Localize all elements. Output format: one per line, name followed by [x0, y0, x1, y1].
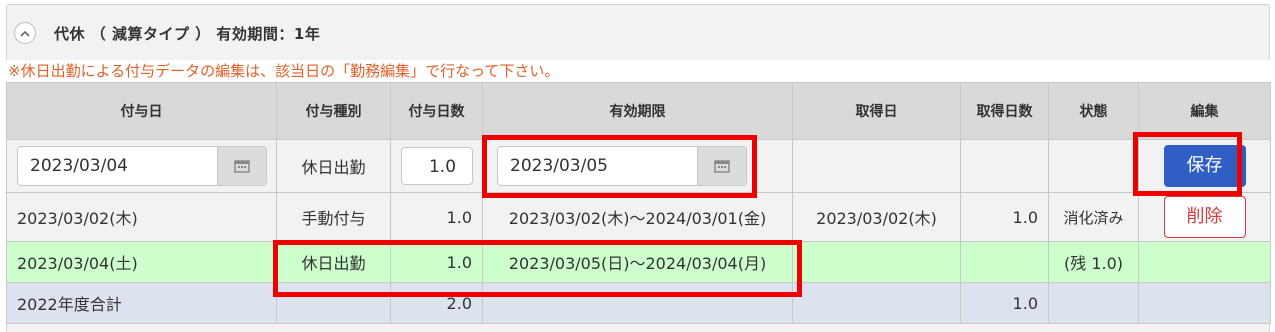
taken-date-cell: 2023/03/02(木) [792, 192, 961, 242]
grant-type-cell: 休日出勤 [276, 241, 391, 283]
col-header-taken-date: 取得日 [792, 82, 961, 140]
grant-type-cell [276, 282, 391, 324]
col-header-taken-days: 取得日数 [960, 82, 1049, 140]
section-title: 代休 （ 減算タイプ ） 有効期間：1年 [54, 24, 321, 43]
grant-days-cell: 1.0 [390, 241, 483, 283]
status-cell: 消化済み [1048, 192, 1139, 242]
edit-cell: 削除 [1138, 192, 1271, 242]
calendar-icon[interactable] [217, 147, 266, 185]
col-header-edit: 編集 [1138, 82, 1271, 140]
taken-days-cell [960, 139, 1049, 193]
taken-date-cell [792, 282, 961, 324]
delete-button[interactable]: 削除 [1163, 196, 1246, 238]
grant-days-input[interactable]: 1.0 [400, 147, 473, 185]
expiry-cell [482, 282, 793, 324]
total-grant-days: 2.0 [390, 282, 483, 324]
edit-row: 2023/03/04 休日出勤 1.0 2023/03/05 保存 [6, 139, 1271, 193]
taken-date-cell [792, 139, 961, 193]
grant-date-picker[interactable]: 2023/03/04 [17, 146, 267, 186]
grant-type-cell: 休日出勤 [276, 139, 391, 193]
total-taken-days: 1.0 [960, 282, 1049, 324]
expiry-date-picker[interactable]: 2023/03/05 [497, 146, 747, 186]
expiry-date-cell: 2023/03/05 [482, 139, 793, 193]
status-cell [1048, 139, 1139, 193]
col-header-status: 状態 [1048, 82, 1139, 140]
status-cell [1048, 282, 1139, 324]
edit-cell: 保存 [1138, 139, 1271, 193]
expiry-cell: 2023/03/02(木)～2024/03/01(金) [482, 192, 793, 242]
expiry-date-input[interactable]: 2023/03/05 [498, 147, 697, 185]
grant-date-cell: 2023/03/04(土) [6, 241, 277, 283]
col-header-grant-days: 付与日数 [390, 82, 483, 140]
calendar-icon[interactable] [697, 147, 746, 185]
table-header-row: 付与日 付与種別 付与日数 有効期限 取得日 取得日数 状態 編集 [6, 82, 1271, 140]
leave-table: 付与日 付与種別 付与日数 有効期限 取得日 取得日数 状態 編集 2023/0… [6, 82, 1271, 324]
total-label: 2022年度合計 [6, 282, 277, 324]
total-row: 2022年度合計 2.0 1.0 [6, 282, 1271, 324]
taken-date-cell [792, 241, 961, 283]
grant-days-cell: 1.0 [390, 139, 483, 193]
save-button[interactable]: 保存 [1163, 145, 1246, 187]
expiry-cell: 2023/03/05(日)～2024/03/04(月) [482, 241, 793, 283]
section-header: 代休 （ 減算タイプ ） 有効期間：1年 [14, 18, 320, 48]
status-cell: (残 1.0) [1048, 241, 1139, 283]
edit-notice: ※休日出勤による付与データの編集は、該当日の「勤務編集」で行なって下さい。 [6, 60, 1270, 82]
taken-days-cell: 1.0 [960, 192, 1049, 242]
grant-type-cell: 手動付与 [276, 192, 391, 242]
grant-date-input[interactable]: 2023/03/04 [18, 147, 217, 185]
table-row: 2023/03/02(木) 手動付与 1.0 2023/03/02(木)～202… [6, 192, 1271, 242]
edit-cell [1138, 282, 1271, 324]
table-row: 2023/03/04(土) 休日出勤 1.0 2023/03/05(日)～202… [6, 241, 1271, 283]
grant-date-cell: 2023/03/04 [6, 139, 277, 193]
grant-date-cell: 2023/03/02(木) [6, 192, 277, 242]
collapse-toggle-icon[interactable] [14, 22, 36, 44]
col-header-grant-type: 付与種別 [276, 82, 391, 140]
grant-days-cell: 1.0 [390, 192, 483, 242]
taken-days-cell [960, 241, 1049, 283]
col-header-expiry: 有効期限 [482, 82, 793, 140]
edit-cell [1138, 241, 1271, 283]
col-header-grant-date: 付与日 [6, 82, 277, 140]
